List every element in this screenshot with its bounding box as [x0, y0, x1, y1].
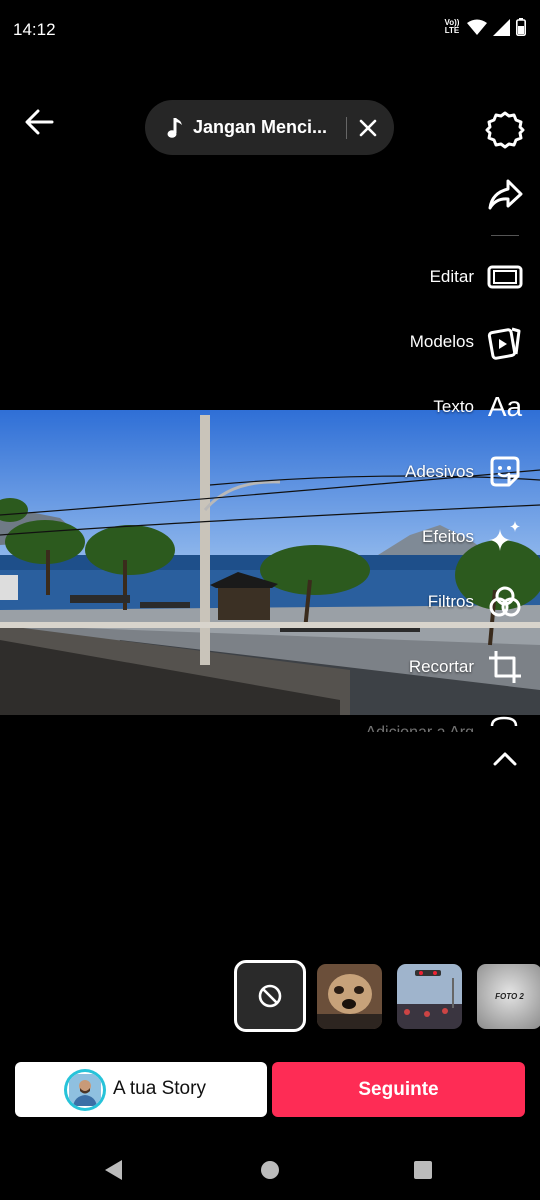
dog-thumbnail-image [317, 964, 382, 1029]
system-nav-bar [105, 1160, 432, 1180]
music-divider [346, 116, 347, 139]
next-button[interactable]: Seguinte [272, 1062, 525, 1117]
music-selector[interactable]: Jangan Menci... [145, 100, 394, 155]
wifi-icon [467, 19, 487, 35]
tool-text-label: Texto [433, 397, 474, 416]
tool-text[interactable]: Texto Aa [433, 387, 524, 427]
filter-none-button[interactable] [234, 960, 306, 1032]
edit-clip-icon [486, 258, 524, 296]
music-title: Jangan Menci... [193, 117, 328, 137]
filter-thumbnail[interactable]: FOTO 2 [477, 964, 540, 1029]
crowd-thumbnail-image [397, 964, 462, 1029]
volte-icon: Vo)) LTE [444, 18, 460, 35]
nav-back-icon[interactable] [105, 1160, 122, 1180]
tool-filters-label: Filtros [427, 592, 474, 611]
effects-sparkle-icon [486, 518, 524, 556]
more-tool-icon [490, 716, 518, 726]
tool-more-label: Adicionar a Arq [365, 718, 474, 732]
avatar-image [69, 1074, 101, 1106]
tool-edit[interactable]: Editar [430, 257, 524, 297]
close-icon[interactable] [356, 116, 380, 140]
crop-icon [486, 648, 524, 686]
music-note-icon [167, 117, 182, 138]
your-story-label: A tua Story [113, 1078, 206, 1099]
filters-circles-icon [486, 583, 524, 621]
filter-thumbnail[interactable] [317, 964, 382, 1029]
status-bar: 14:12 Vo)) LTE [0, 0, 540, 60]
tool-templates[interactable]: Modelos [410, 322, 524, 362]
sticker-icon [486, 453, 524, 491]
text-aa-icon: Aa [487, 391, 523, 422]
your-story-button[interactable]: A tua Story [15, 1062, 267, 1117]
nav-home-icon[interactable] [261, 1161, 279, 1179]
tool-crop[interactable]: Recortar [409, 647, 524, 687]
tool-crop-label: Recortar [408, 657, 474, 676]
settings-gear-icon[interactable] [485, 110, 525, 150]
status-time: 14:12 [13, 20, 56, 39]
chevron-up-icon[interactable] [490, 744, 520, 774]
tool-stickers-label: Adesivos [405, 462, 474, 481]
filter-thumbnail-label: FOTO 2 [495, 992, 524, 1001]
tool-effects[interactable]: Efeitos [422, 517, 524, 557]
tool-effects-label: Efeitos [422, 527, 474, 546]
tool-templates-label: Modelos [409, 332, 474, 351]
nav-recents-icon[interactable] [414, 1161, 432, 1179]
toolbar-divider [491, 235, 519, 236]
share-arrow-icon[interactable] [485, 175, 525, 215]
back-arrow-icon[interactable] [22, 105, 56, 139]
tool-edit-label: Editar [429, 267, 474, 286]
avatar [64, 1069, 106, 1111]
status-icons: Vo)) LTE [443, 18, 526, 36]
tool-stickers[interactable]: Adesivos [405, 452, 524, 492]
tool-filters[interactable]: Filtros [428, 582, 524, 622]
no-filter-icon [258, 984, 282, 1008]
battery-icon [516, 18, 526, 36]
filter-strip: FOTO 2 [0, 960, 540, 1032]
templates-icon [486, 323, 524, 361]
next-button-label: Seguinte [358, 1078, 439, 1100]
signal-icon [493, 18, 510, 36]
filter-thumbnail[interactable] [397, 964, 462, 1029]
